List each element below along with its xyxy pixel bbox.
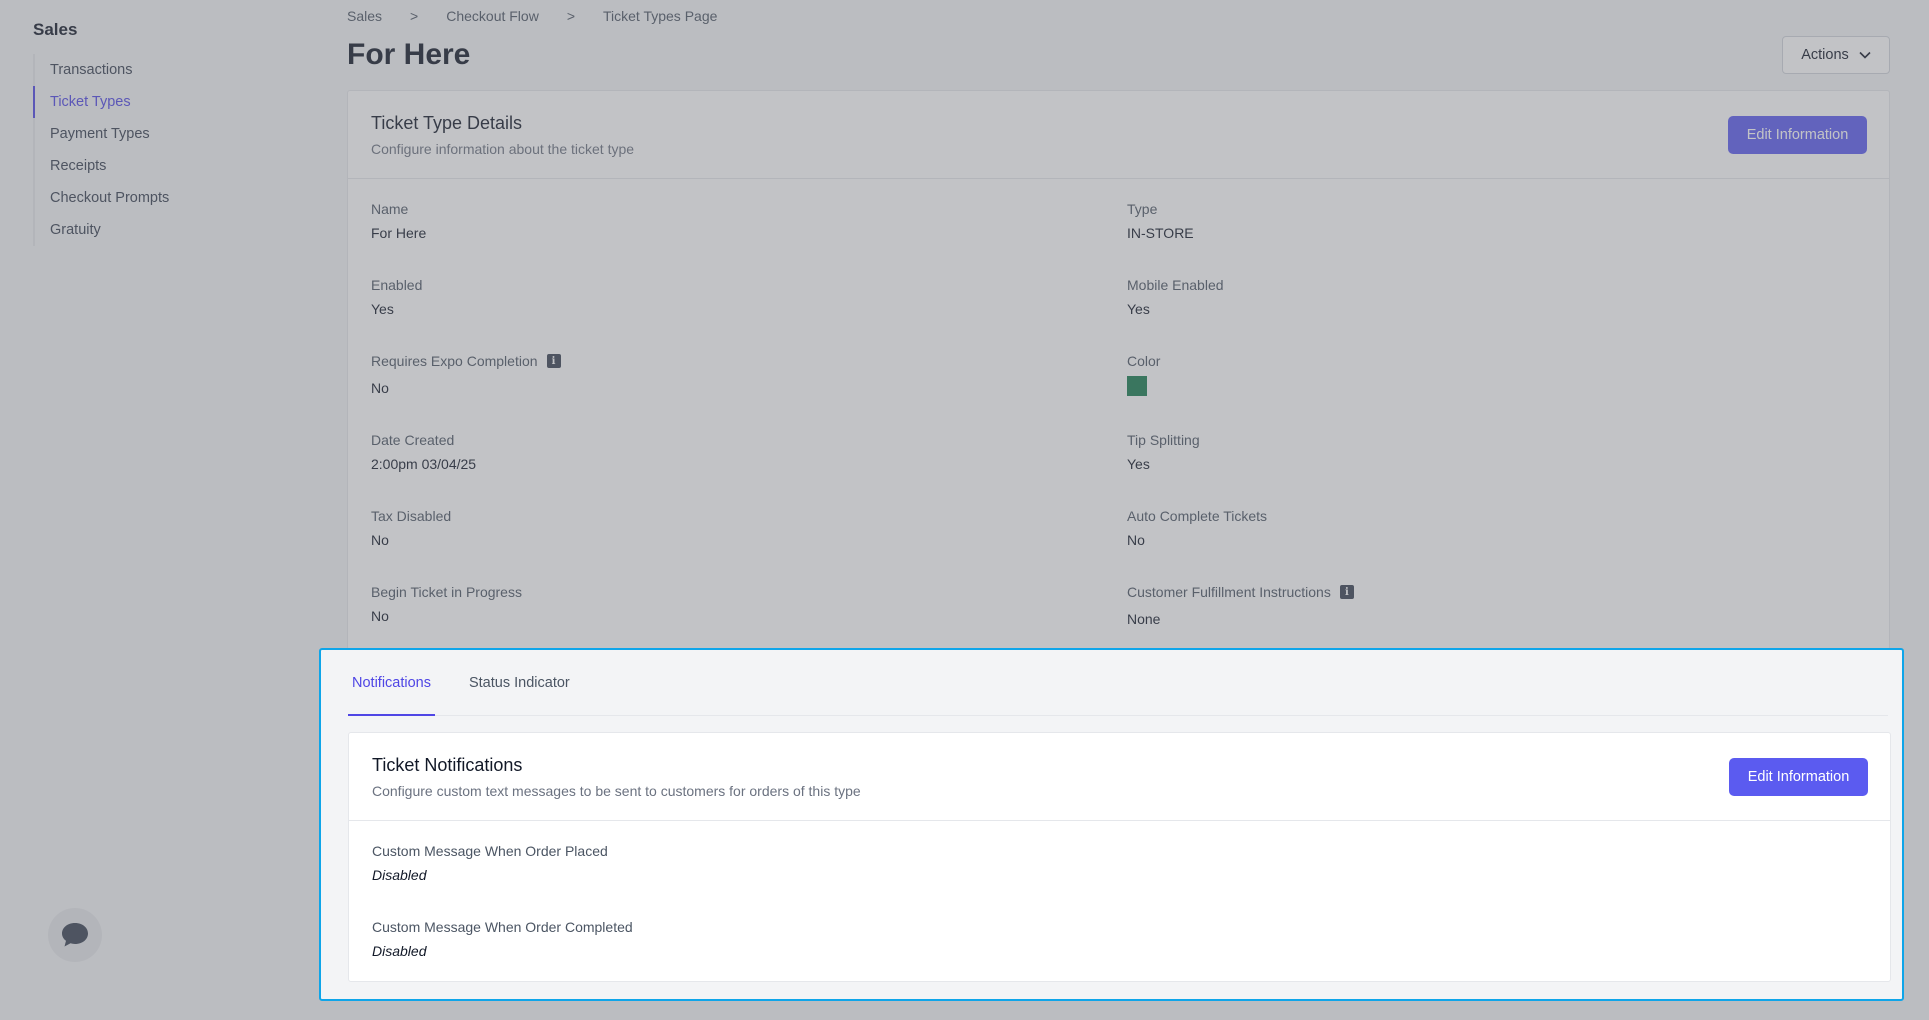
ticket-notifications-card: Ticket Notifications Configure custom te… xyxy=(348,732,1891,982)
card-header: Ticket Notifications Configure custom te… xyxy=(349,733,1890,821)
field-value: Disabled xyxy=(372,867,427,883)
edit-information-button[interactable]: Edit Information xyxy=(1729,758,1868,796)
tab-status-indicator[interactable]: Status Indicator xyxy=(465,650,574,716)
tab-notifications[interactable]: Notifications xyxy=(348,650,435,716)
card-title: Ticket Notifications xyxy=(372,755,523,775)
card-subtitle: Configure custom text messages to be sen… xyxy=(372,783,861,799)
field-value: Disabled xyxy=(372,943,427,959)
field-custom-message-order-placed: Custom Message When Order Placed Disable… xyxy=(372,843,608,883)
field-label: Custom Message When Order Placed xyxy=(372,843,608,859)
field-label: Custom Message When Order Completed xyxy=(372,919,633,935)
tab-bar: Notifications Status Indicator xyxy=(348,650,1888,716)
notifications-panel: Notifications Status Indicator Ticket No… xyxy=(319,648,1904,1001)
field-custom-message-order-completed: Custom Message When Order Completed Disa… xyxy=(372,919,633,959)
